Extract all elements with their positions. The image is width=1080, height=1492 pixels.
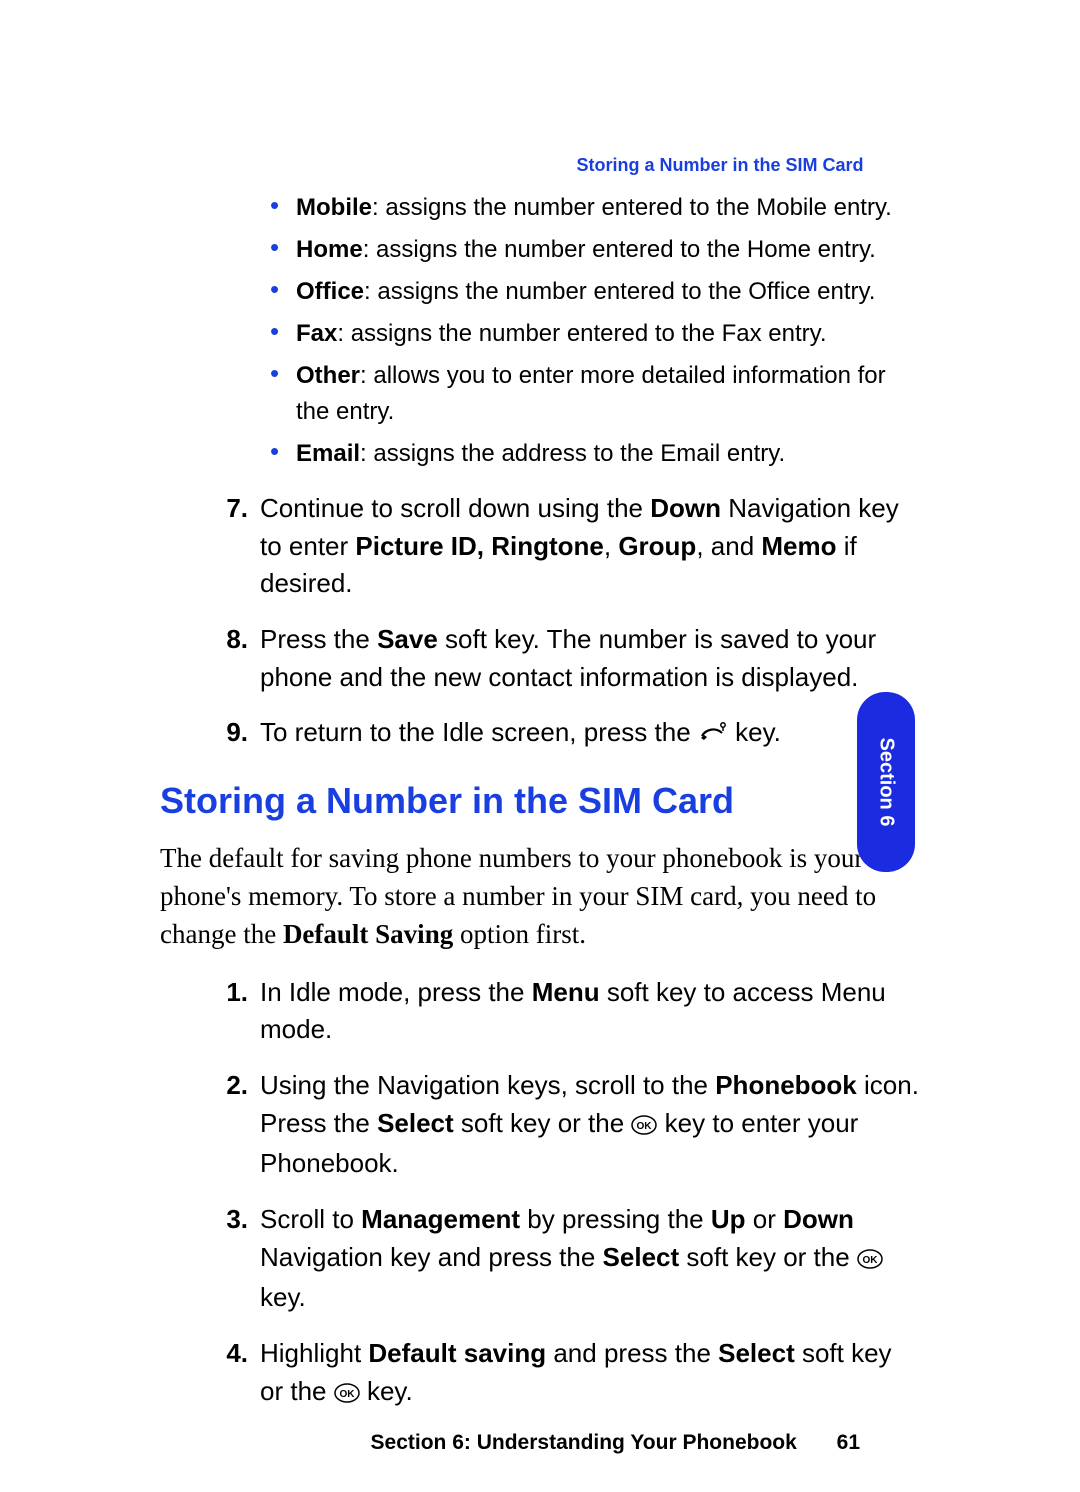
footer-section-label: Section 6: Understanding Your Phonebook (371, 1431, 797, 1454)
bullet-label: Home (296, 236, 363, 263)
bullet-desc: : allows you to enter more detailed info… (296, 362, 886, 425)
entry-type-list: • Mobile: assigns the number entered to … (270, 190, 920, 472)
bullet-label: Office (296, 278, 364, 305)
bullet-desc: : assigns the number entered to the Home… (363, 236, 876, 263)
step-8: 8. Press the Save soft key. The number i… (210, 621, 920, 696)
step-number: 9. (210, 714, 248, 754)
step-1: 1. In Idle mode, press the Menu soft key… (210, 974, 920, 1049)
step-3: 3. Scroll to Management by pressing the … (210, 1201, 920, 1317)
manual-page: Storing a Number in the SIM Card • Mobil… (0, 0, 1080, 1492)
step-number: 1. (210, 974, 248, 1049)
page-footer: Section 6: Understanding Your Phonebook … (160, 1431, 920, 1455)
page-content: • Mobile: assigns the number entered to … (160, 190, 920, 1455)
steps-list-b: 1. In Idle mode, press the Menu soft key… (210, 974, 920, 1414)
bullet-desc: : assigns the number entered to the Mobi… (372, 194, 892, 221)
step-text: Continue to scroll down using the Down N… (260, 490, 920, 603)
step-9: 9. To return to the Idle screen, press t… (210, 714, 920, 754)
steps-list-a: 7. Continue to scroll down using the Dow… (210, 490, 920, 754)
step-4: 4. Highlight Default saving and press th… (210, 1335, 920, 1413)
bullet-icon: • (270, 436, 296, 472)
bullet-icon: • (270, 358, 296, 430)
section-tab-label: Section 6 (875, 738, 898, 827)
list-item: • Home: assigns the number entered to th… (270, 232, 920, 268)
bullet-label: Other (296, 362, 360, 389)
ok-key-icon: OK (334, 1376, 360, 1414)
bullet-label: Mobile (296, 194, 372, 221)
section-tab: Section 6 (857, 692, 915, 872)
step-text: In Idle mode, press the Menu soft key to… (260, 974, 920, 1049)
svg-text:OK: OK (862, 1255, 878, 1266)
bullet-desc: : assigns the number entered to the Offi… (364, 278, 875, 305)
list-item: • Other: allows you to enter more detail… (270, 358, 920, 430)
step-number: 4. (210, 1335, 248, 1413)
intro-paragraph: The default for saving phone numbers to … (160, 840, 920, 953)
bullet-desc: : assigns the address to the Email entry… (360, 440, 785, 467)
page-number: 61 (837, 1431, 860, 1454)
bullet-desc: : assigns the number entered to the Fax … (337, 320, 826, 347)
step-text: Press the Save soft key. The number is s… (260, 621, 920, 696)
step-text: Using the Navigation keys, scroll to the… (260, 1067, 920, 1183)
step-7: 7. Continue to scroll down using the Dow… (210, 490, 920, 603)
step-text: Scroll to Management by pressing the Up … (260, 1201, 920, 1317)
svg-text:OK: OK (637, 1121, 653, 1132)
running-header: Storing a Number in the SIM Card (0, 155, 1080, 176)
bullet-label: Fax (296, 320, 337, 347)
ok-key-icon: OK (631, 1108, 657, 1146)
section-heading: Storing a Number in the SIM Card (160, 780, 920, 822)
bullet-icon: • (270, 274, 296, 310)
list-item: • Email: assigns the address to the Emai… (270, 436, 920, 472)
step-2: 2. Using the Navigation keys, scroll to … (210, 1067, 920, 1183)
step-number: 2. (210, 1067, 248, 1183)
ok-key-icon: OK (857, 1242, 883, 1280)
bullet-icon: • (270, 190, 296, 226)
step-text: Highlight Default saving and press the S… (260, 1335, 920, 1413)
end-call-icon (698, 716, 728, 754)
list-item: • Mobile: assigns the number entered to … (270, 190, 920, 226)
svg-text:OK: OK (339, 1389, 355, 1400)
step-number: 8. (210, 621, 248, 696)
bullet-label: Email (296, 440, 360, 467)
list-item: • Fax: assigns the number entered to the… (270, 316, 920, 352)
bullet-icon: • (270, 232, 296, 268)
step-text: To return to the Idle screen, press the … (260, 714, 920, 754)
step-number: 3. (210, 1201, 248, 1317)
step-number: 7. (210, 490, 248, 603)
bullet-icon: • (270, 316, 296, 352)
list-item: • Office: assigns the number entered to … (270, 274, 920, 310)
